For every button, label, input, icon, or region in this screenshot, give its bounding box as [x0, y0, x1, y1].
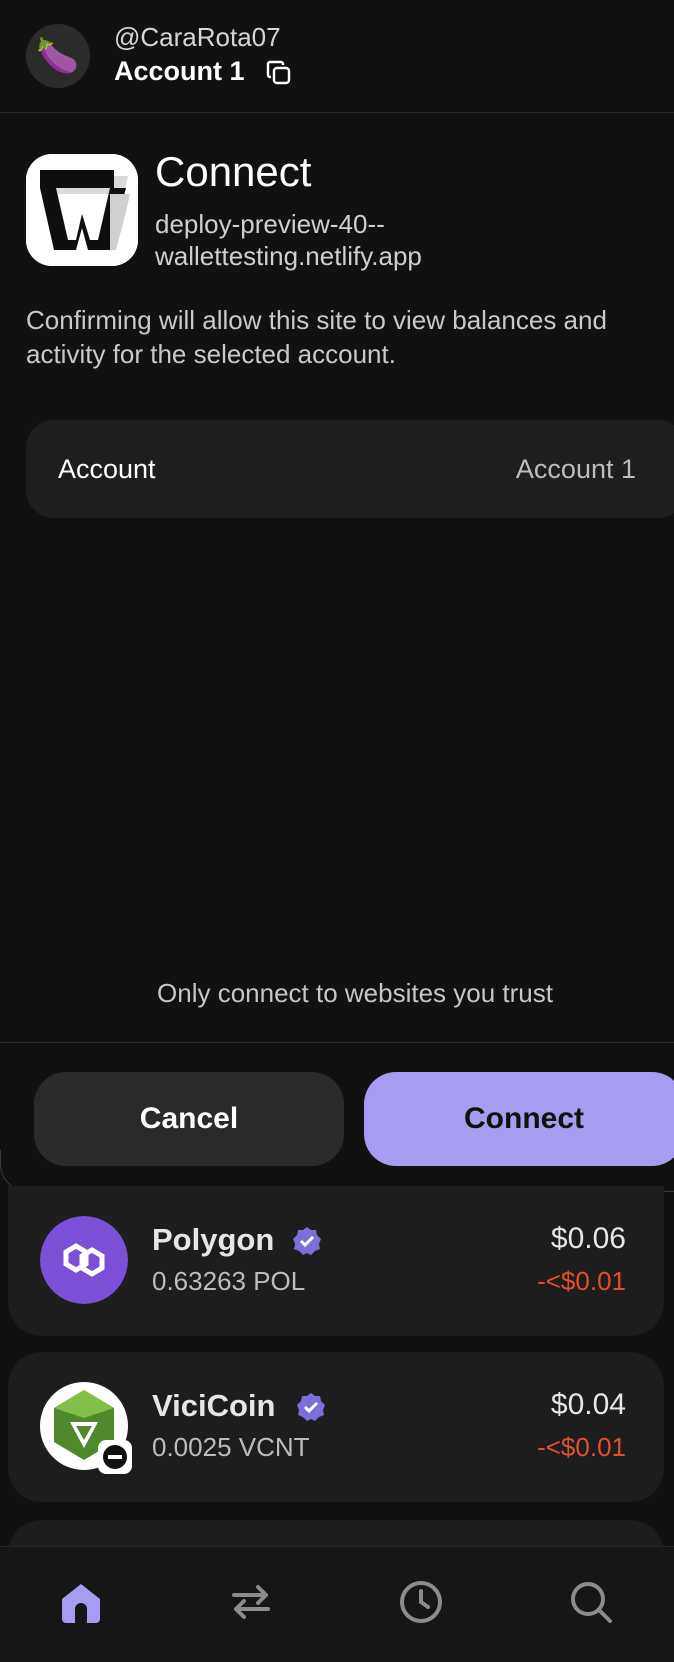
- avatar[interactable]: 🍆: [26, 24, 90, 88]
- token-usd-value: $0.04: [550, 1388, 626, 1421]
- account-value: Account 1: [515, 454, 636, 484]
- dapp-logo: [26, 154, 138, 266]
- history-icon[interactable]: [396, 1577, 446, 1627]
- account-selector[interactable]: Account Account 1: [26, 420, 674, 518]
- swap-icon[interactable]: [226, 1577, 276, 1627]
- cancel-button[interactable]: Cancel: [34, 1072, 344, 1166]
- token-name: ViciCoin: [152, 1388, 276, 1423]
- token-usd-value: $0.06: [550, 1222, 626, 1255]
- vicicoin-token-icon: [40, 1382, 132, 1474]
- bottom-nav: [0, 1546, 674, 1662]
- trust-notice: Only connect to websites you trust: [157, 978, 553, 1008]
- token-amount: 0.0025 VCNT: [152, 1432, 310, 1462]
- permission-description: Confirming will allow this site to view …: [26, 305, 607, 369]
- search-icon[interactable]: [566, 1577, 616, 1627]
- page-title: Connect: [155, 148, 312, 195]
- verified-badge-icon: [297, 1393, 325, 1421]
- token-change: -<$0.01: [537, 1432, 626, 1462]
- account-header: 🍆 @CaraRota07 Account 1: [0, 0, 674, 113]
- token-amount: 0.63263 POL: [152, 1266, 306, 1296]
- polygon-token-icon: [40, 1216, 128, 1304]
- site-url: deploy-preview-40--wallettesting.netlify…: [155, 209, 422, 271]
- footer-divider: [0, 1042, 674, 1043]
- token-name: Polygon: [152, 1222, 275, 1257]
- token-change: -<$0.01: [537, 1266, 626, 1296]
- copy-icon[interactable]: [266, 60, 292, 86]
- username-handle: @CaraRota07: [114, 22, 281, 52]
- token-row-vicicoin[interactable]: ViciCoin 0.0025 VCNT $0.04 -<$0.01: [8, 1352, 664, 1502]
- home-icon[interactable]: [56, 1577, 106, 1627]
- account-label: Account: [58, 454, 156, 484]
- token-row-polygon[interactable]: Polygon 0.63263 POL $0.06 -<$0.01: [8, 1186, 664, 1336]
- account-name: Account 1: [114, 56, 245, 86]
- verified-badge-icon: [293, 1227, 321, 1255]
- connect-button[interactable]: Connect: [364, 1072, 674, 1166]
